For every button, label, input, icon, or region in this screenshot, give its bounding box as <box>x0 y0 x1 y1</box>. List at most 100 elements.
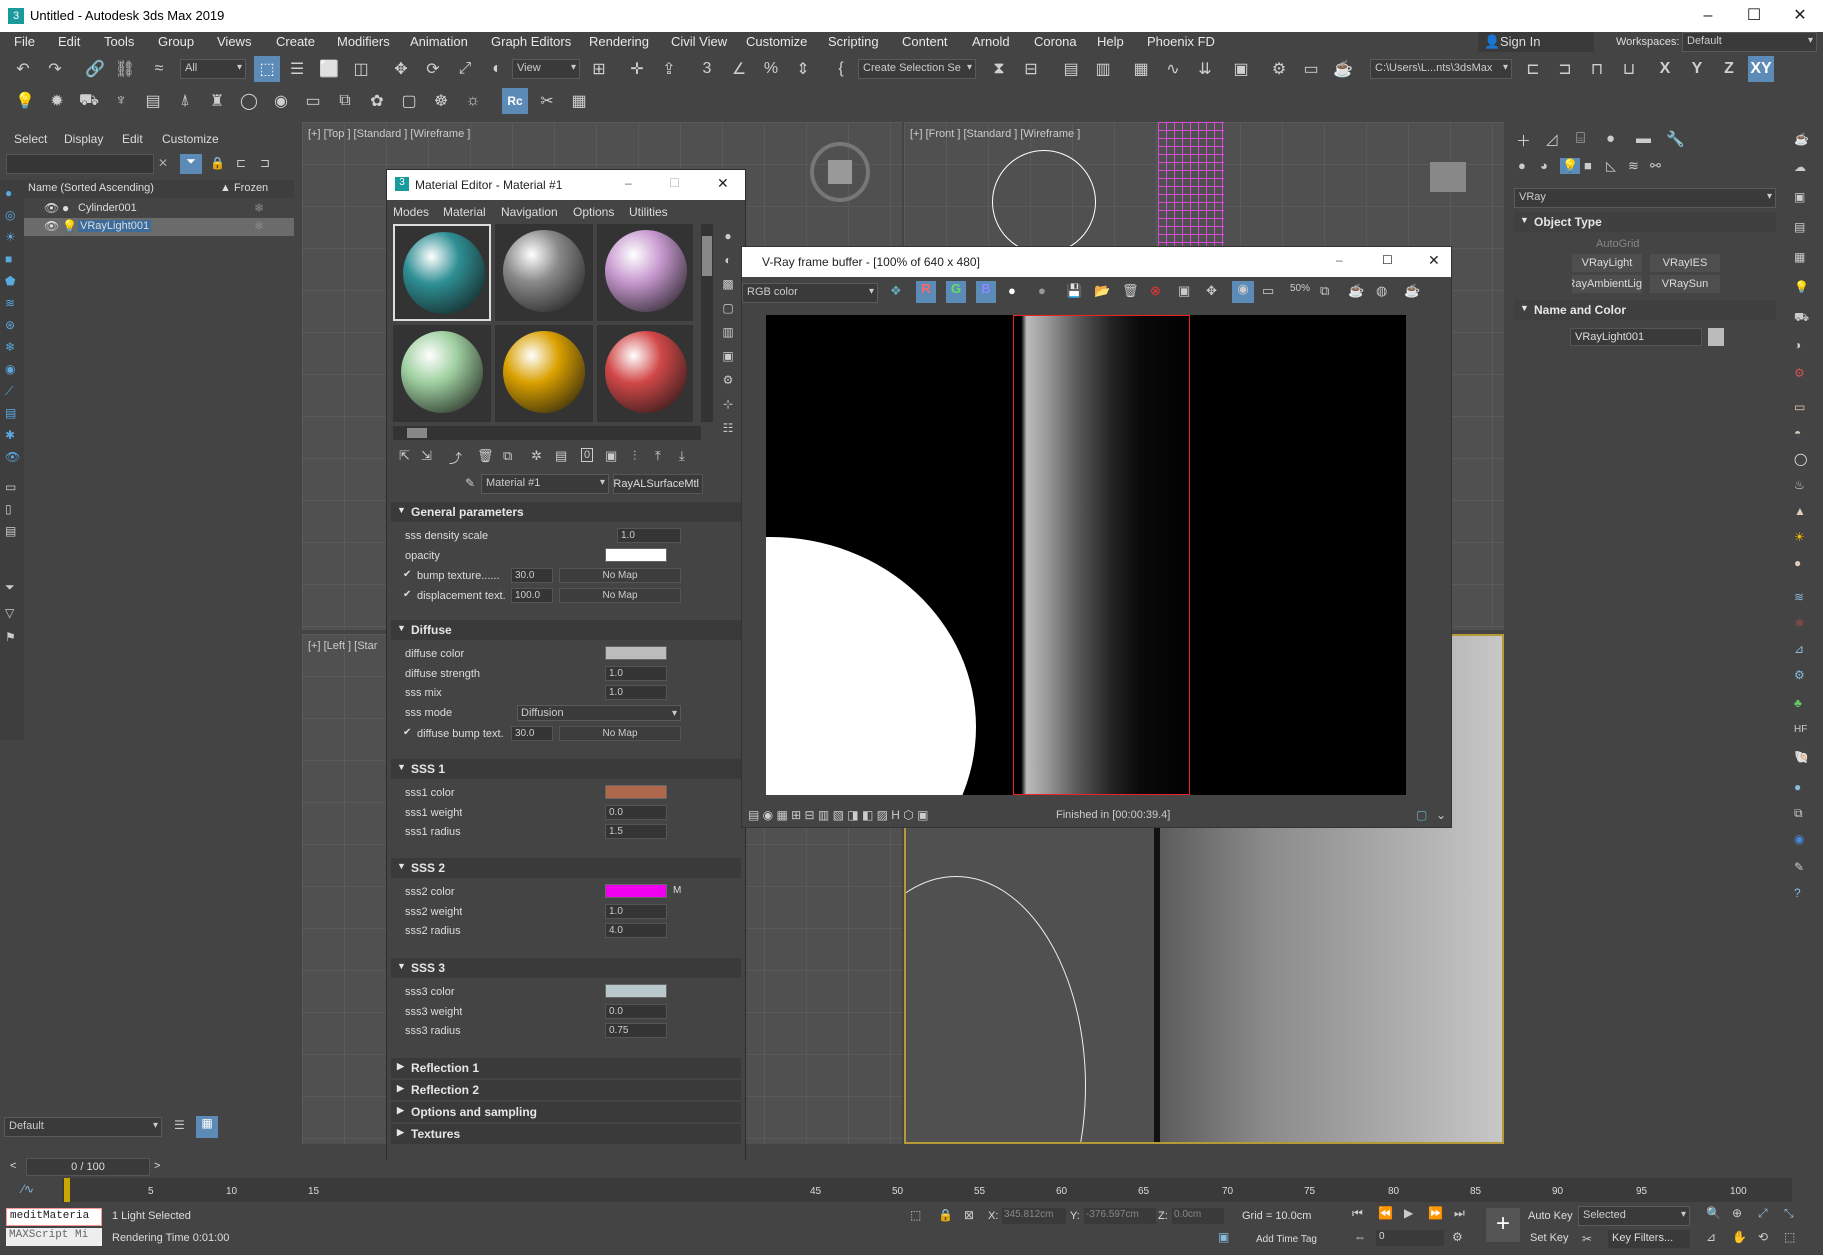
sphere2-icon[interactable]: ● <box>1794 780 1801 794</box>
channel-dropdown[interactable]: RGB color <box>742 283 878 303</box>
viewport-label[interactable]: [+] [Top ] [Standard ] [Wireframe ] <box>308 128 470 140</box>
filter-toggle-icon[interactable]: ⏷ <box>180 154 202 174</box>
play-icon[interactable]: ▶ <box>1404 1206 1413 1220</box>
history-icon[interactable]: ⧉ <box>1320 283 1329 299</box>
stop-render-icon[interactable]: ⊗ <box>1150 283 1161 299</box>
viewport-label[interactable]: [+] [Left ] [Star <box>308 640 377 652</box>
explorer-doc-icon[interactable]: ▭ <box>5 480 16 494</box>
isolate-icon[interactable]: ⬚ <box>910 1208 921 1222</box>
maxscript-mini-input[interactable]: MAXScript Mi <box>6 1228 102 1246</box>
material-id-icon[interactable]: 0 <box>581 448 594 462</box>
explorer-container-icon[interactable]: ▤ <box>5 406 16 420</box>
teapot-icon[interactable]: ☕ <box>1348 283 1364 299</box>
hierarchy2-icon[interactable]: ⊐ <box>260 156 270 170</box>
sample-slot[interactable] <box>393 325 491 422</box>
rotate-icon[interactable]: ⟳ <box>420 56 446 82</box>
red-channel-button[interactable]: R <box>916 281 936 303</box>
edit-icon[interactable]: ✎ <box>1794 860 1804 874</box>
layers-stack-icon[interactable]: ☰ <box>174 1118 185 1132</box>
rollout-object-type[interactable]: ▼ Object Type <box>1514 212 1776 232</box>
molecule-icon[interactable]: ⚛ <box>1794 616 1805 630</box>
set-key-button[interactable]: Set Key <box>1530 1232 1569 1244</box>
rollout-textures[interactable]: ▶ Textures <box>391 1124 741 1144</box>
gray-dot-icon[interactable]: ● <box>1038 283 1046 298</box>
time-next-button[interactable]: > <box>154 1160 160 1172</box>
set-key-big-icon[interactable]: + <box>1486 1208 1520 1242</box>
layers-icon[interactable]: ▥ <box>1090 56 1116 82</box>
utilities-tab-icon[interactable]: 🔧 <box>1666 130 1685 148</box>
diffuse-bump-checkbox[interactable]: ✔ <box>403 727 411 738</box>
vrayies-button[interactable]: VRayIES <box>1650 254 1720 272</box>
rollout-general[interactable]: ▼ General parameters <box>391 502 741 522</box>
render-icon[interactable]: ☕ <box>1330 56 1356 82</box>
menu-group[interactable]: Group <box>158 34 194 49</box>
rendered-frame-icon[interactable]: ▭ <box>1298 56 1324 82</box>
orbit-icon[interactable]: ⟲ <box>1758 1230 1768 1244</box>
vray-clipper-icon[interactable]: ⧉ <box>332 88 358 114</box>
prev-frame-icon[interactable]: ⏪ <box>1378 1206 1393 1220</box>
zoom-50-icon[interactable]: 50% <box>1290 283 1310 294</box>
rollout-sss2[interactable]: ▼ SSS 2 <box>391 858 741 878</box>
options-icon[interactable]: ⚙ <box>717 368 739 392</box>
reset-map-icon[interactable]: 🗑 <box>477 448 494 464</box>
display-tab-icon[interactable]: ▬ <box>1636 130 1651 147</box>
sss1-weight-spinner[interactable]: 0.0 <box>605 805 667 820</box>
scale-icon[interactable]: ⤢ <box>452 56 478 82</box>
vray-frame-icon[interactable]: ▢ <box>396 88 422 114</box>
diffuse-strength-spinner[interactable]: 1.0 <box>605 666 667 681</box>
bind-space-warp-icon[interactable]: ≈ <box>146 56 172 82</box>
help-icon[interactable]: ? <box>1794 886 1801 900</box>
add-time-tag-button[interactable]: Add Time Tag <box>1256 1234 1317 1245</box>
time-tag-icon[interactable]: ▣ <box>1218 1230 1229 1244</box>
sss2-radius-spinner[interactable]: 4.0 <box>605 923 667 938</box>
object-name-input[interactable]: VRayLight001 <box>1570 328 1702 346</box>
menu-animation[interactable]: Animation <box>410 34 468 49</box>
col-name[interactable]: Name (Sorted Ascending) <box>28 182 154 194</box>
sample-horizontal-scrollbar[interactable] <box>393 426 701 440</box>
layer-dropdown[interactable]: Default <box>4 1117 162 1137</box>
menu-file[interactable]: File <box>14 34 35 49</box>
sss3-color-swatch[interactable] <box>605 984 667 998</box>
hf-icon[interactable]: HF <box>1794 724 1807 735</box>
vrayambientlight-button[interactable]: VRayAmbientLig <box>1572 275 1642 293</box>
plant-icon[interactable]: ♣ <box>1794 696 1802 710</box>
zoom-all-icon[interactable]: ⊕ <box>1732 1206 1742 1220</box>
x-coordinate-field[interactable]: 345.812cm <box>1002 1208 1066 1224</box>
auto-key-button[interactable]: Auto Key <box>1528 1210 1573 1222</box>
maximize-button[interactable]: ☐ <box>669 176 680 190</box>
sss3-radius-spinner[interactable]: 0.75 <box>605 1023 667 1038</box>
menu-scripting[interactable]: Scripting <box>828 34 879 49</box>
explorer-frozen-icon[interactable]: ❄ <box>5 340 15 354</box>
vray-plane-icon[interactable]: ▭ <box>300 88 326 114</box>
sample-vertical-scrollbar[interactable] <box>701 224 713 422</box>
get-material-icon[interactable]: ⇱ <box>399 448 410 464</box>
menu-views[interactable]: Views <box>217 34 251 49</box>
timeline-track[interactable]: 5 10 15 45 50 55 60 65 70 75 80 85 90 95… <box>62 1178 1792 1202</box>
sample-slot[interactable] <box>597 224 693 321</box>
bump-map-button[interactable]: No Map <box>559 568 681 583</box>
light-lister-icon[interactable]: 💡 <box>1794 280 1809 294</box>
explorer-warps-icon[interactable]: ≋ <box>5 296 15 310</box>
bump-spinner[interactable]: 30.0 <box>511 568 553 583</box>
key-filters-button[interactable]: Key Filters... <box>1608 1230 1690 1248</box>
displacement-spinner[interactable]: 100.0 <box>511 588 553 603</box>
helpers-icon[interactable]: ◺ <box>1606 158 1616 174</box>
vray-mesh-icon[interactable]: ◉ <box>268 88 294 114</box>
go-to-parent-icon[interactable]: ⤒ <box>655 448 661 464</box>
freeze-icon[interactable]: ❄ <box>254 201 264 215</box>
selection-lock-icon[interactable]: 🔒 <box>938 1208 953 1222</box>
explorer-hidden-icon[interactable]: ◉ <box>5 362 15 376</box>
make-copy-icon[interactable]: ⧉ <box>503 448 512 464</box>
selection-filter-dropdown[interactable]: All <box>180 59 246 79</box>
menu-help[interactable]: Help <box>1097 34 1124 49</box>
explorer-filter-icon[interactable]: ▽ <box>5 606 14 620</box>
keyboard-shortcut-icon[interactable]: ⇪ <box>656 56 682 82</box>
window-crossing-icon[interactable]: ◫ <box>348 56 374 82</box>
mirror-icon[interactable]: ⧗ <box>986 56 1012 82</box>
medit-menu-modes[interactable]: Modes <box>393 205 429 219</box>
teapot-icon[interactable]: ☕ <box>1794 132 1809 146</box>
bump-checkbox[interactable]: ✔ <box>403 569 411 580</box>
show-end-result-icon[interactable]: ⫶ <box>633 448 636 464</box>
key-filter-icon[interactable]: ✂ <box>1582 1232 1592 1246</box>
material-name-dropdown[interactable]: Material #1 <box>481 474 609 494</box>
